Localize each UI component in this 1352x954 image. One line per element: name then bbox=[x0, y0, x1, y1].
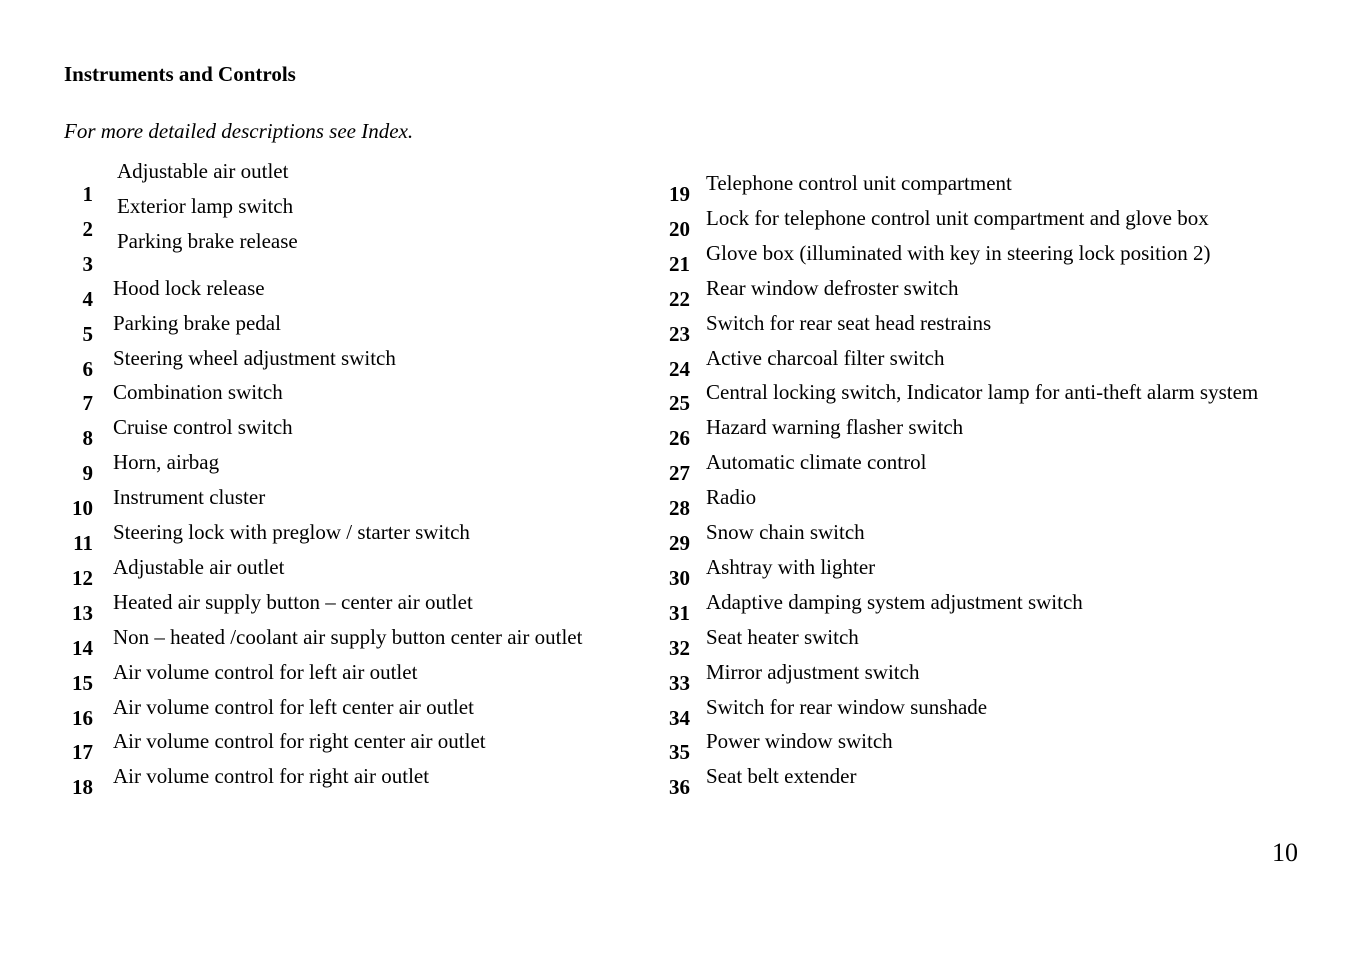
item-label: Active charcoal filter switch bbox=[706, 345, 945, 370]
item-label: Switch for rear window sunshade bbox=[706, 694, 988, 719]
item-number: 17 bbox=[72, 740, 93, 765]
item-label: Hazard warning flasher switch bbox=[706, 415, 964, 440]
item-number: 14 bbox=[72, 635, 93, 660]
item-label: Instrument cluster bbox=[113, 485, 266, 510]
item-number: 27 bbox=[669, 461, 690, 486]
item-label: Rear window defroster switch bbox=[706, 275, 959, 300]
page-subtitle: For more detailed descriptions see Index… bbox=[64, 119, 414, 143]
item-label: Non – heated /coolant air supply button … bbox=[113, 624, 583, 649]
item-label: Adjustable air outlet bbox=[117, 159, 289, 183]
item-label: Ashtray with lighter bbox=[706, 554, 876, 579]
item-number: 10 bbox=[72, 496, 93, 521]
item-label: Exterior lamp switch bbox=[117, 193, 294, 218]
item-number: 13 bbox=[72, 600, 93, 625]
item-number: 9 bbox=[82, 461, 94, 486]
item-number: 21 bbox=[669, 251, 690, 276]
item-label: Glove box (illuminated with key in steer… bbox=[706, 240, 1211, 265]
item-number: 30 bbox=[669, 565, 690, 590]
item-label: Automatic climate control bbox=[706, 450, 927, 475]
item-number: 15 bbox=[72, 670, 93, 695]
item-label: Air volume control for right air outlet bbox=[113, 764, 430, 789]
item-number: 12 bbox=[72, 565, 93, 590]
item-number: 20 bbox=[669, 216, 690, 241]
item-label: Telephone control unit compartment bbox=[706, 171, 1012, 195]
item-number: 25 bbox=[669, 391, 690, 416]
item-label: Air volume control for right center air … bbox=[113, 729, 486, 754]
item-label: Parking brake pedal bbox=[113, 310, 281, 335]
item-label: Air volume control for left center air o… bbox=[113, 694, 474, 719]
page-title: Instruments and Controls bbox=[64, 62, 296, 86]
item-number: 29 bbox=[669, 531, 690, 555]
item-label: Heated air supply button – center air ou… bbox=[113, 589, 473, 614]
item-label: Seat belt extender bbox=[706, 764, 857, 789]
page-number: 10 bbox=[1272, 838, 1298, 867]
item-label: Horn, airbag bbox=[113, 450, 220, 475]
item-label: Lock for telephone control unit compartm… bbox=[706, 205, 1209, 230]
item-label: Cruise control switch bbox=[113, 415, 293, 440]
item-number: 2 bbox=[82, 216, 94, 241]
item-number: 32 bbox=[669, 635, 690, 660]
item-number: 23 bbox=[669, 321, 690, 346]
item-label: Seat heater switch bbox=[706, 624, 859, 649]
item-number: 6 bbox=[82, 356, 94, 381]
item-number: 5 bbox=[82, 321, 94, 346]
item-number: 33 bbox=[669, 670, 690, 695]
item-label: Steering lock with preglow / starter swi… bbox=[113, 520, 470, 544]
item-number: 31 bbox=[669, 600, 690, 625]
item-number: 28 bbox=[669, 496, 690, 521]
item-label: Central locking switch, Indicator lamp f… bbox=[706, 380, 1259, 405]
item-label: Adaptive damping system adjustment switc… bbox=[706, 589, 1083, 614]
item-label: Power window switch bbox=[706, 729, 893, 754]
item-number: 1 bbox=[82, 182, 94, 206]
item-number: 26 bbox=[669, 426, 690, 451]
item-number: 3 bbox=[82, 251, 94, 276]
item-number: 18 bbox=[72, 775, 93, 800]
item-number: 35 bbox=[669, 740, 690, 765]
item-label: Combination switch bbox=[113, 380, 283, 405]
item-label: Steering wheel adjustment switch bbox=[113, 345, 396, 370]
item-number: 24 bbox=[669, 356, 690, 381]
item-number: 19 bbox=[669, 182, 690, 206]
item-number: 22 bbox=[669, 286, 690, 311]
item-number: 8 bbox=[82, 426, 94, 451]
item-label: Hood lock release bbox=[113, 275, 265, 300]
item-label: Mirror adjustment switch bbox=[706, 659, 920, 684]
item-label: Switch for rear seat head restrains bbox=[706, 310, 992, 335]
item-label: Radio bbox=[706, 485, 757, 510]
item-number: 34 bbox=[669, 705, 690, 730]
item-label: Snow chain switch bbox=[706, 520, 865, 544]
item-label: Air volume control for left air outlet bbox=[113, 659, 418, 684]
item-number: 7 bbox=[82, 391, 94, 416]
item-number: 36 bbox=[669, 775, 690, 800]
item-label: Adjustable air outlet bbox=[113, 554, 285, 579]
item-label: Parking brake release bbox=[117, 228, 298, 253]
item-number: 11 bbox=[73, 531, 93, 555]
item-number: 4 bbox=[82, 286, 94, 311]
item-number: 16 bbox=[72, 705, 93, 730]
